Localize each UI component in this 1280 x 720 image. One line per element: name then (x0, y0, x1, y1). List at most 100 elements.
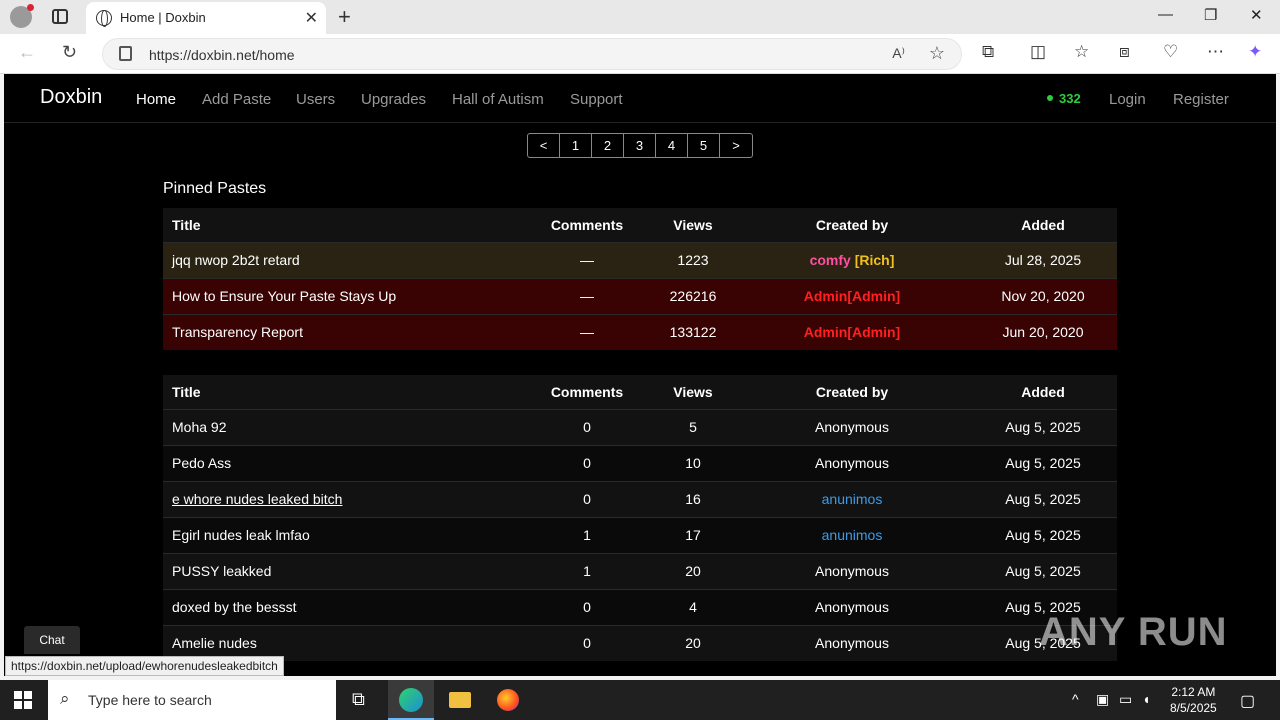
back-icon[interactable]: ← (18, 42, 36, 63)
minimize-icon[interactable]: — (1158, 6, 1173, 23)
paste-author[interactable]: comfy [Rich] (735, 241, 969, 278)
page-4[interactable]: 4 (656, 134, 688, 157)
paste-title[interactable]: PUSSY leakked (163, 552, 523, 589)
search-icon: ⌕ (60, 689, 70, 708)
paste-comments: — (523, 277, 651, 314)
paste-title[interactable]: jqq nwop 2b2t retard (163, 241, 523, 278)
restore-icon[interactable]: ❐ (1204, 6, 1217, 24)
favorite-star-icon[interactable]: ☆ (929, 43, 945, 64)
paste-title[interactable]: Pedo Ass (163, 444, 523, 481)
tab-actions-icon[interactable] (52, 9, 68, 24)
nav-users[interactable]: Users (296, 91, 335, 108)
page-2[interactable]: 2 (592, 134, 624, 157)
paste-comments: 0 (523, 408, 651, 445)
table-row[interactable]: Moha 92 0 5 Anonymous Aug 5, 2025 (163, 408, 1117, 445)
paste-title[interactable]: Transparency Report (163, 313, 523, 350)
paste-added: Aug 5, 2025 (969, 408, 1117, 445)
network-icon[interactable]: ▭ (1119, 691, 1132, 708)
globe-icon (96, 10, 112, 27)
nav-register[interactable]: Register (1173, 91, 1229, 108)
paste-title[interactable]: e whore nudes leaked bitch (163, 480, 523, 517)
paste-title[interactable]: Egirl nudes leak lmfao (163, 516, 523, 553)
table-row[interactable]: PUSSY leakked 1 20 Anonymous Aug 5, 2025 (163, 552, 1117, 589)
page-5[interactable]: 5 (688, 134, 720, 157)
taskbar-search[interactable]: ⌕ Type here to search (48, 680, 336, 720)
table-header-row: Title Comments Views Created by Added (163, 208, 1117, 242)
header-views: Views (651, 375, 735, 409)
nav-home[interactable]: Home (136, 91, 176, 108)
url-field[interactable]: https://doxbin.net/home A⁾ ☆ (102, 38, 962, 70)
paste-title[interactable]: doxed by the bessst (163, 588, 523, 625)
collections-icon[interactable]: ⧈ (1119, 42, 1130, 62)
close-window-icon[interactable]: ✕ (1250, 6, 1263, 24)
author-name[interactable]: Admin (804, 324, 848, 340)
nav-hall-of-autism[interactable]: Hall of Autism (452, 91, 544, 108)
close-tab-icon[interactable]: ✕ (305, 8, 318, 28)
browser-tab[interactable]: Home | Doxbin ✕ (86, 2, 326, 34)
paste-author[interactable]: anunimos (735, 480, 969, 517)
paste-title[interactable]: Moha 92 (163, 408, 523, 445)
nav-upgrades[interactable]: Upgrades (361, 91, 426, 108)
page-prev[interactable]: < (528, 134, 560, 157)
split-screen-icon[interactable]: ◫ (1030, 42, 1046, 62)
paste-views: 10 (651, 444, 735, 481)
paste-author: Anonymous (735, 624, 969, 661)
profile-icon[interactable] (10, 4, 34, 28)
table-row[interactable]: doxed by the bessst 0 4 Anonymous Aug 5,… (163, 588, 1117, 625)
taskbar-clock[interactable]: 2:12 AM 8/5/2025 (1170, 684, 1217, 716)
show-hidden-icons-chevron-icon[interactable]: ^ (1072, 691, 1079, 707)
paste-added: Nov 20, 2020 (969, 277, 1117, 314)
favorites-icon[interactable]: ☆ (1074, 42, 1089, 62)
file-explorer-icon[interactable] (449, 692, 471, 708)
paste-author[interactable]: Admin[Admin] (735, 277, 969, 314)
refresh-icon[interactable]: ↻ (62, 42, 77, 63)
task-view-icon[interactable]: ⧉ (352, 689, 365, 710)
paste-author[interactable]: anunimos (735, 516, 969, 553)
pagination: < 1 2 3 4 5 > (527, 133, 753, 158)
clock-date: 8/5/2025 (1170, 701, 1217, 715)
anyrun-watermark: ANY RUN (1039, 610, 1228, 654)
windows-taskbar: ⌕ Type here to search ⧉ ^ ▣ ▭ ◖ 2:12 AM … (0, 680, 1280, 720)
table-row[interactable]: e whore nudes leaked bitch 0 16 anunimos… (163, 480, 1117, 517)
site-info-icon[interactable] (119, 46, 132, 61)
paste-views: 226216 (651, 277, 735, 314)
windows-start-icon[interactable] (14, 691, 32, 709)
paste-title[interactable]: How to Ensure Your Paste Stays Up (163, 277, 523, 314)
pinned-pastes-heading: Pinned Pastes (163, 180, 267, 197)
table-row[interactable]: jqq nwop 2b2t retard — 1223 comfy [Rich]… (163, 241, 1117, 278)
author-name[interactable]: comfy (810, 252, 851, 268)
web-page: Doxbin Home Add Paste Users Upgrades Hal… (4, 74, 1276, 676)
more-menu-icon[interactable]: ⋯ (1207, 42, 1224, 62)
paste-author[interactable]: Admin[Admin] (735, 313, 969, 350)
edge-taskbar-icon[interactable] (388, 680, 434, 720)
paste-added: Aug 5, 2025 (969, 516, 1117, 553)
table-row[interactable]: Egirl nudes leak lmfao 1 17 anunimos Aug… (163, 516, 1117, 553)
nav-add-paste[interactable]: Add Paste (202, 91, 271, 108)
new-tab-icon[interactable]: + (338, 4, 351, 30)
paste-comments: 0 (523, 624, 651, 661)
device-icon[interactable]: ▣ (1096, 691, 1109, 708)
paste-comments: 0 (523, 480, 651, 517)
table-row[interactable]: How to Ensure Your Paste Stays Up — 2262… (163, 277, 1117, 314)
table-row[interactable]: Pedo Ass 0 10 Anonymous Aug 5, 2025 (163, 444, 1117, 481)
browser-essentials-icon[interactable]: ♡ (1163, 42, 1178, 62)
address-bar-row: ← ↻ https://doxbin.net/home A⁾ ☆ ⧉ ◫ ☆ ⧈… (0, 34, 1280, 74)
volume-icon[interactable]: ◖ (1142, 691, 1150, 707)
chat-button[interactable]: Chat (24, 626, 80, 654)
page-3[interactable]: 3 (624, 134, 656, 157)
header-created-by: Created by (735, 375, 969, 409)
site-brand[interactable]: Doxbin (40, 86, 102, 109)
header-added: Added (969, 375, 1117, 409)
extensions-icon[interactable]: ⧉ (982, 42, 994, 62)
table-row[interactable]: Amelie nudes 0 20 Anonymous Aug 5, 2025 (163, 624, 1117, 661)
copilot-icon[interactable]: ✦ (1248, 42, 1262, 62)
author-name[interactable]: Admin (804, 288, 848, 304)
page-1[interactable]: 1 (560, 134, 592, 157)
nav-login[interactable]: Login (1109, 91, 1146, 108)
notifications-icon[interactable]: ▢ (1240, 691, 1255, 711)
nav-support[interactable]: Support (570, 91, 623, 108)
firefox-icon[interactable] (497, 689, 519, 711)
table-row[interactable]: Transparency Report — 133122 Admin[Admin… (163, 313, 1117, 350)
page-next[interactable]: > (720, 134, 752, 157)
read-aloud-icon[interactable]: A⁾ (892, 45, 905, 62)
